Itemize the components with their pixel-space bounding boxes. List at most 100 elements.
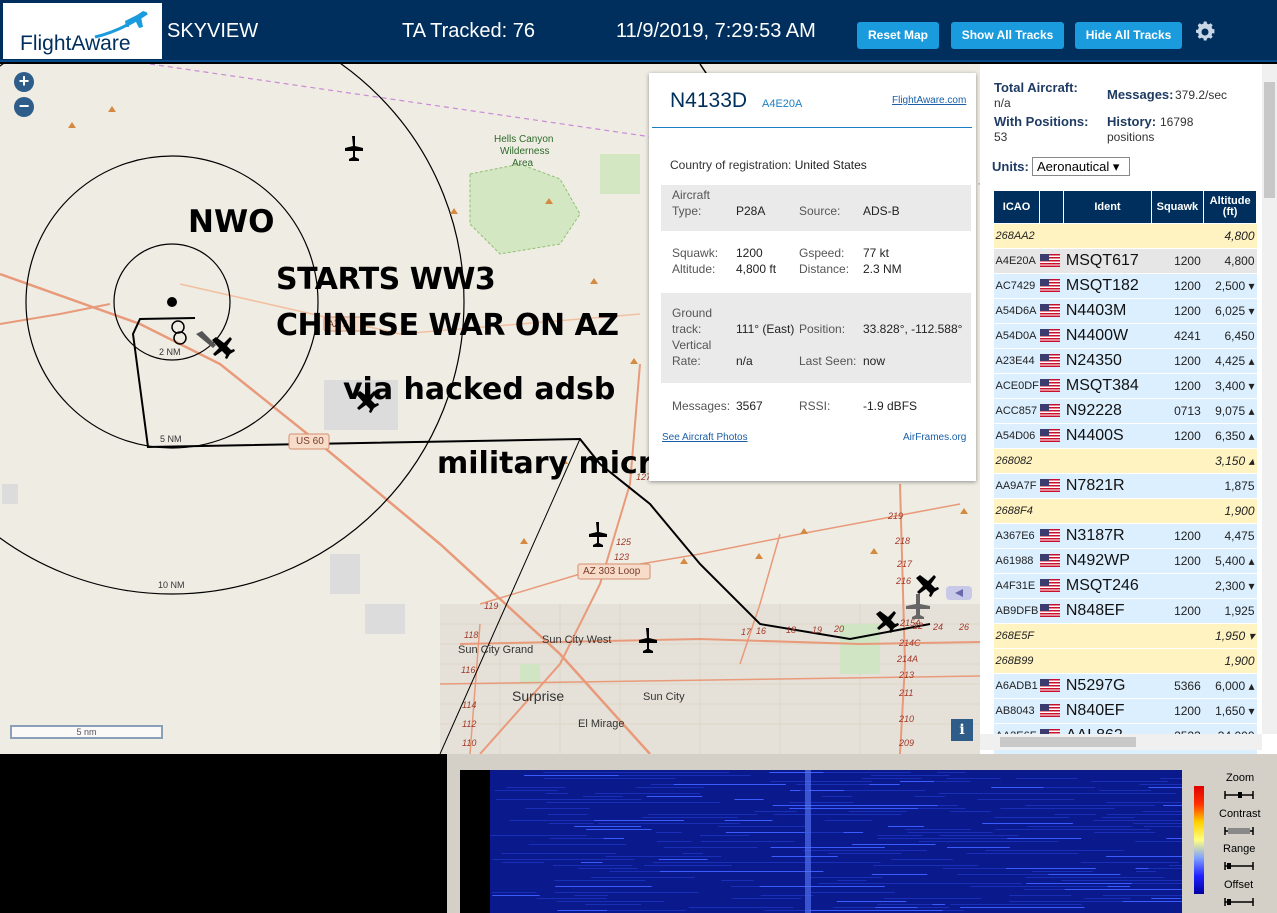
mile-marker: 114 (462, 700, 477, 710)
col-flag[interactable] (1039, 190, 1065, 224)
offset-slider[interactable] (1224, 897, 1254, 907)
col-squawk[interactable]: Squawk (1150, 190, 1205, 224)
show-all-tracks-button[interactable]: Show All Tracks (951, 22, 1064, 49)
scroll-thumb[interactable] (1264, 82, 1275, 198)
table-row[interactable]: A54D6A N4403M 1200 6,025 ▾ (993, 298, 1257, 324)
row-flag (1039, 448, 1064, 474)
flightaware-logo[interactable]: FlightAware (3, 3, 162, 59)
us-flag-icon (1039, 329, 1060, 343)
row-squawk: 1200 (1151, 698, 1204, 724)
aircraft-table: ICAO Ident Squawk Altitude (ft) 268AA2 4,… (992, 190, 1257, 754)
table-row[interactable]: 2688F4 1,900 (993, 498, 1257, 524)
row-icao: A6ADB1 (993, 673, 1040, 699)
flightaware-link[interactable]: FlightAware.com (892, 95, 966, 106)
overlay-text: NWO (188, 204, 275, 240)
row-altitude: 4,800 (1203, 248, 1257, 274)
mile-marker: 215A (900, 618, 922, 628)
gear-icon[interactable] (1193, 20, 1217, 44)
table-row[interactable]: 268B99 1,900 (993, 648, 1257, 674)
table-row[interactable]: AB9DFB N848EF 1200 1,925 (993, 598, 1257, 624)
table-row[interactable]: 268E5F 1,950 ▾ (993, 623, 1257, 649)
mile-marker: 118 (464, 630, 479, 640)
scroll-thumb[interactable] (1000, 737, 1136, 747)
row-icao: A367E6 (993, 523, 1040, 549)
rssi-label: RSSI: (799, 399, 831, 413)
zoom-slider[interactable] (1224, 790, 1254, 800)
row-altitude: 4,475 (1203, 523, 1257, 549)
us-flag-icon (1039, 354, 1060, 368)
table-row[interactable]: AB8043 N840EF 1200 1,650 ▾ (993, 698, 1257, 724)
contrast-label: Contrast (1219, 808, 1261, 820)
table-row[interactable]: 268AA2 4,800 (993, 223, 1257, 249)
row-altitude: 6,450 (1203, 323, 1257, 349)
reset-map-button[interactable]: Reset Map (857, 22, 939, 49)
table-row[interactable]: A6ADB1 N5297G 5366 6,000 ▴ (993, 673, 1257, 699)
info-icon[interactable]: i (951, 719, 973, 741)
aircraft-photos-link[interactable]: See Aircraft Photos (662, 432, 748, 443)
units-select[interactable]: Aeronautical ▾ (1032, 157, 1130, 176)
row-altitude: 3,150 ▴ (1203, 448, 1257, 474)
row-squawk: 1200 (1151, 548, 1204, 574)
popup-hex-link[interactable]: A4E20A (762, 98, 802, 110)
row-squawk (1151, 648, 1204, 674)
row-flag (1039, 298, 1064, 324)
table-row[interactable]: AC7429 MSQT182 1200 2,500 ▾ (993, 273, 1257, 299)
us-flag-icon (1039, 479, 1060, 493)
mile-marker: 16 (756, 626, 767, 636)
row-squawk (1151, 573, 1204, 599)
zoom-in-button[interactable]: + (14, 72, 34, 92)
aircraft-label: Aircraft (672, 188, 711, 202)
table-row[interactable]: A4F31E MSQT246 2,300 ▾ (993, 573, 1257, 599)
table-row[interactable]: A23E44 N24350 1200 4,425 ▴ (993, 348, 1257, 374)
hide-all-tracks-button[interactable]: Hide All Tracks (1075, 22, 1182, 49)
table-row[interactable]: A61988 N492WP 1200 5,400 ▴ (993, 548, 1257, 574)
table-row[interactable]: A4E20A MSQT617 1200 4,800 (993, 248, 1257, 274)
row-squawk: 1200 (1151, 273, 1204, 299)
contrast-slider[interactable] (1224, 826, 1254, 836)
logo-text: FlightAware (20, 32, 131, 55)
table-row[interactable]: ACE0DF MSQT384 1200 3,400 ▾ (993, 373, 1257, 399)
table-body: 268AA2 4,800 A4E20A MSQT617 1200 4,800 AC7429 M… (993, 223, 1257, 754)
aircraft-list-panel: Total Aircraft: n/a Messages: 379.2/sec … (980, 64, 1277, 754)
row-ident: N4400W (1063, 323, 1152, 349)
vertical-scrollbar[interactable] (1262, 64, 1277, 734)
waterfall-display[interactable] (460, 770, 1182, 913)
color-scale (1194, 786, 1204, 894)
aircraft-type-value: P28A (736, 204, 766, 218)
lastseen-value: now (863, 354, 886, 368)
table-row[interactable]: A54D06 N4400S 1200 6,350 ▴ (993, 423, 1257, 449)
row-icao: AB9DFB (993, 598, 1040, 624)
col-ident[interactable]: Ident (1063, 190, 1152, 224)
us-flag-icon (1039, 529, 1060, 543)
table-row[interactable]: A367E6 N3187R 1200 4,475 (993, 523, 1257, 549)
place-label: Sun City Grand (458, 644, 534, 656)
row-squawk: 1200 (1151, 523, 1204, 549)
range-slider[interactable] (1224, 861, 1254, 871)
row-squawk: 1200 (1151, 598, 1204, 624)
row-ident (1063, 623, 1152, 649)
row-ident: N492WP (1063, 548, 1152, 574)
road-label-az303: AZ 303 Loop (583, 566, 641, 577)
aircraft-info-popup: N4133D A4E20A FlightAware.com Country of… (649, 73, 976, 481)
row-ident: N4403M (1063, 298, 1152, 324)
position-value: 33.828°, -112.588° (863, 322, 963, 336)
col-altitude[interactable]: Altitude (ft) (1203, 190, 1257, 224)
zoom-out-button[interactable]: − (14, 97, 34, 117)
horizontal-scrollbar[interactable] (980, 734, 1262, 750)
row-squawk: 1200 (1151, 373, 1204, 399)
table-row[interactable]: ACC857 N92228 0713 9,075 ▴ (993, 398, 1257, 424)
altitude-value: 4,800 ft (736, 262, 777, 276)
mile-marker: 219 (888, 511, 904, 521)
mile-marker: 217 (897, 559, 913, 569)
col-icao[interactable]: ICAO (992, 190, 1041, 224)
airframes-link[interactable]: AirFrames.org (903, 432, 966, 443)
table-row[interactable]: AA9A7F N7821R 1,875 (993, 473, 1257, 499)
position-label: Position: (799, 322, 846, 336)
overlay-text: STARTS WW3 (276, 262, 496, 297)
row-icao: ACE0DF (993, 373, 1040, 399)
table-row[interactable]: A54D0A N4400W 4241 6,450 (993, 323, 1257, 349)
history-unit: positions (1107, 130, 1155, 144)
us-flag-icon (1039, 254, 1060, 268)
row-squawk: 4241 (1151, 323, 1204, 349)
table-row[interactable]: 268082 3,150 ▴ (993, 448, 1257, 474)
